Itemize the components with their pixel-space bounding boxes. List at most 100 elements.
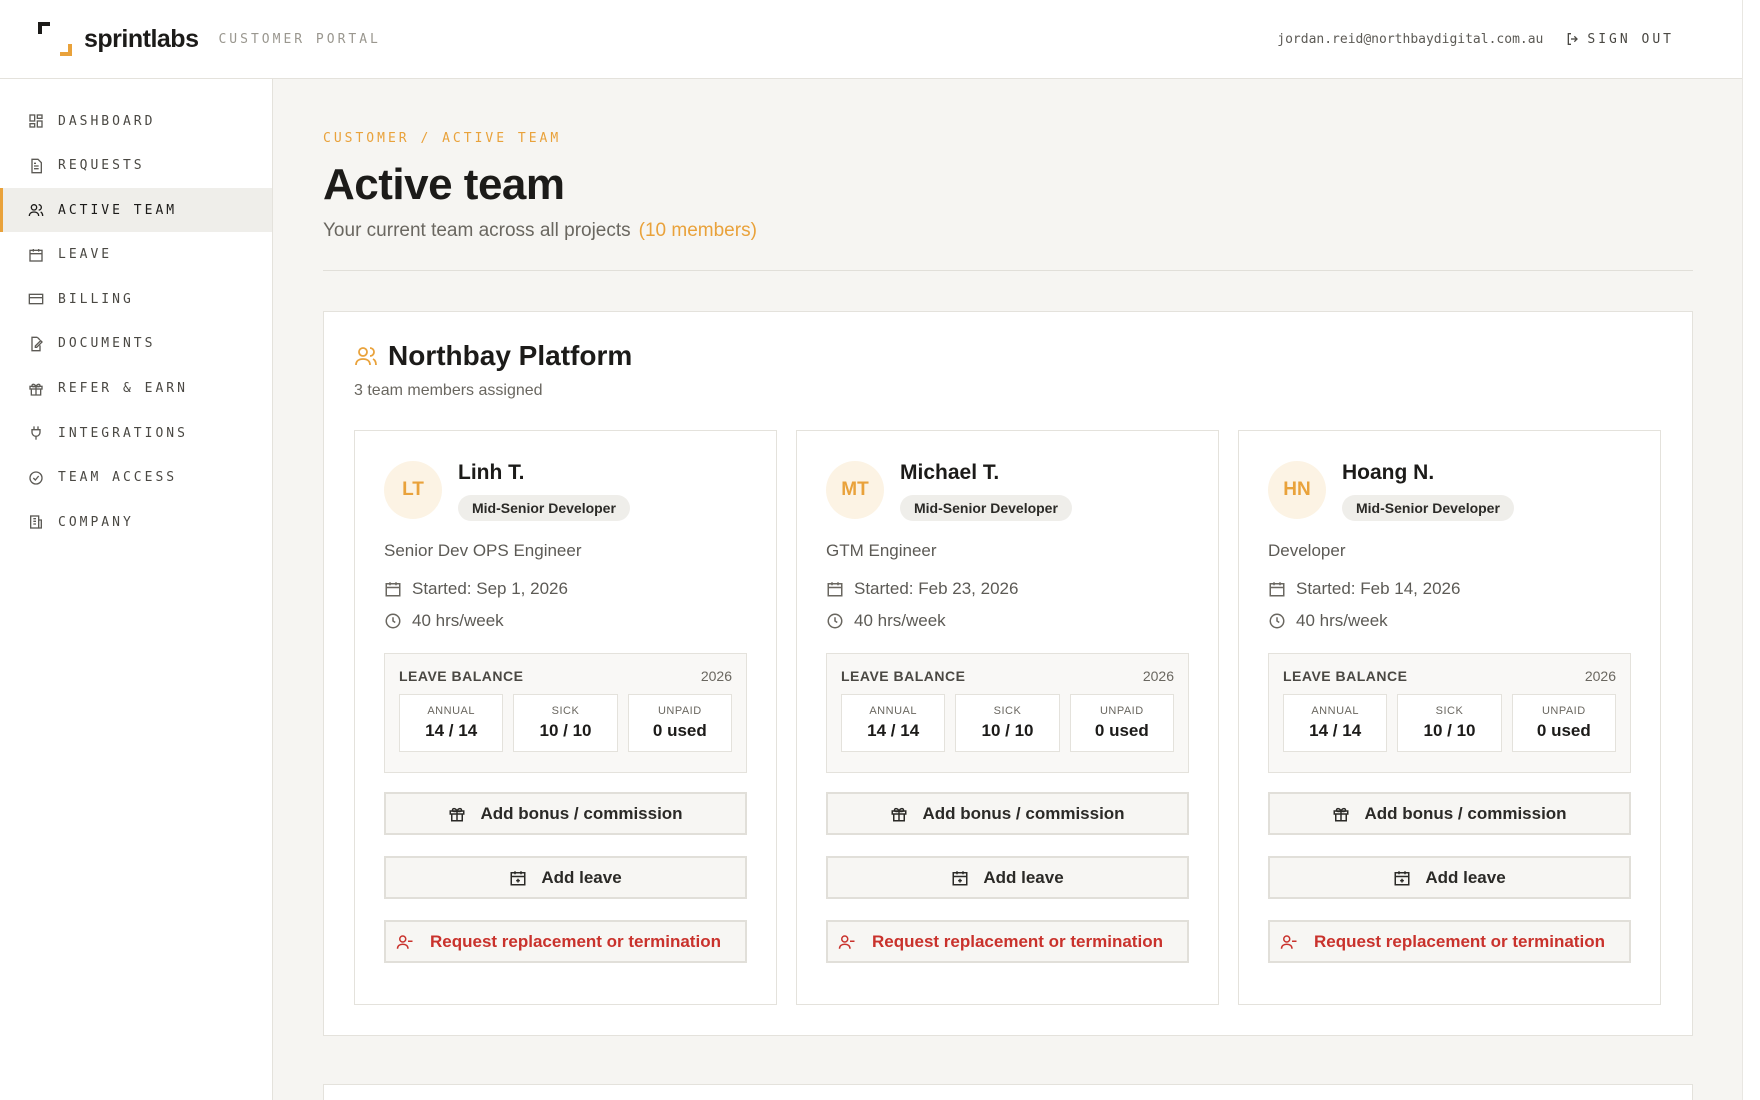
sidebar-item-dashboard[interactable]: DASHBOARD <box>0 99 272 143</box>
request-replacement-button[interactable]: Request replacement or termination <box>384 920 747 963</box>
level-badge: Mid-Senior Developer <box>1342 495 1514 521</box>
add-leave-button[interactable]: Add leave <box>384 856 747 899</box>
sidebar-item-label: REQUESTS <box>58 158 145 174</box>
request-replacement-button[interactable]: Request replacement or termination <box>826 920 1189 963</box>
member-name: Linh T. <box>458 461 525 484</box>
leave-sick: SICK 10 / 10 <box>513 694 618 752</box>
start-date-text: Started: Feb 23, 2026 <box>854 579 1019 598</box>
add-leave-label: Add leave <box>983 867 1064 887</box>
leave-balance: LEAVE BALANCE 2026 ANNUAL 14 / 14 SICK 1… <box>1268 653 1631 773</box>
page-scrollbar[interactable] <box>1742 0 1760 1100</box>
avatar: LT <box>384 461 442 519</box>
sidebar-item-active-team[interactable]: ACTIVE TEAM <box>0 188 272 233</box>
leave-sick-label: SICK <box>551 705 580 717</box>
add-bonus-button[interactable]: Add bonus / commission <box>1268 792 1631 835</box>
leave-annual-value: 14 / 14 <box>425 721 478 740</box>
start-date-text: Started: Feb 14, 2026 <box>1296 579 1461 598</box>
credit-card-icon <box>27 291 44 308</box>
gift-icon <box>27 380 44 397</box>
leave-annual-label: ANNUAL <box>427 705 475 717</box>
sidebar-item-integrations[interactable]: INTEGRATIONS <box>0 411 272 455</box>
sidebar-item-documents[interactable]: DOCUMENTS <box>0 322 272 366</box>
leave-sick: SICK 10 / 10 <box>955 694 1060 752</box>
sidebar-item-label: INTEGRATIONS <box>58 425 188 441</box>
calendar-icon <box>27 246 44 263</box>
leave-balance-title: LEAVE BALANCE <box>841 668 966 684</box>
brand[interactable]: sprintlabs CUSTOMER PORTAL <box>38 22 381 56</box>
start-date: Started: Sep 1, 2026 <box>384 579 747 599</box>
leave-balance-title: LEAVE BALANCE <box>1283 668 1408 684</box>
leave-balance-title: LEAVE BALANCE <box>399 668 524 684</box>
leave-annual-label: ANNUAL <box>869 705 917 717</box>
clock-icon <box>1269 613 1285 629</box>
leave-unpaid-label: UNPAID <box>1099 705 1144 717</box>
sidebar-item-label: ACTIVE TEAM <box>58 202 178 218</box>
top-bar: sprintlabs CUSTOMER PORTAL jordan.reid@n… <box>0 0 1742 79</box>
project-name: Northbay Platform <box>388 340 633 371</box>
user-email: jordan.reid@northbaydigital.com.au <box>1277 31 1544 47</box>
project-assigned-count: 3 team members assigned <box>354 382 543 399</box>
sidebar-item-team-access[interactable]: TEAM ACCESS <box>0 456 272 500</box>
building-icon <box>27 514 44 531</box>
leave-annual-value: 14 / 14 <box>867 721 920 740</box>
check-circle-icon <box>27 469 44 486</box>
weekly-hours: 40 hrs/week <box>384 611 747 631</box>
add-leave-label: Add leave <box>1425 867 1506 887</box>
calendar-plus-icon <box>1394 870 1410 885</box>
sign-out-label: SIGN OUT <box>1587 31 1674 47</box>
add-bonus-button[interactable]: Add bonus / commission <box>826 792 1189 835</box>
leave-unpaid: UNPAID 0 used <box>1511 694 1616 752</box>
calendar-icon <box>827 582 843 597</box>
gift-icon <box>449 807 465 821</box>
request-replacement-label: Request replacement or termination <box>872 931 1163 951</box>
start-date-text: Started: Sep 1, 2026 <box>412 579 568 598</box>
sidebar-item-leave[interactable]: LEAVE <box>0 233 272 277</box>
brand-logo-icon <box>38 22 72 56</box>
sidebar-item-label: LEAVE <box>58 247 113 263</box>
request-replacement-label: Request replacement or termination <box>430 931 721 951</box>
sign-out-icon <box>1568 33 1579 45</box>
leave-annual: ANNUAL 14 / 14 <box>399 694 504 752</box>
sidebar-item-billing[interactable]: BILLING <box>0 277 272 321</box>
sidebar-item-label: DASHBOARD <box>58 113 156 129</box>
sidebar-item-company[interactable]: COMPANY <box>0 500 272 544</box>
leave-balance-year: 2026 <box>1142 668 1174 684</box>
weekly-hours-text: 40 hrs/week <box>412 611 504 630</box>
sidebar-item-label: BILLING <box>58 291 134 307</box>
add-leave-label: Add leave <box>541 867 622 887</box>
user-minus-icon <box>838 934 855 949</box>
leave-annual: ANNUAL 14 / 14 <box>841 694 946 752</box>
sidebar-item-label: TEAM ACCESS <box>58 470 178 486</box>
member-role: Developer <box>1268 541 1346 560</box>
leave-unpaid-value: 0 used <box>652 721 707 740</box>
team-member-card: HN Hoang N. Mid-Senior Developer Develop… <box>1238 430 1661 1005</box>
request-replacement-button[interactable]: Request replacement or termination <box>1268 920 1631 963</box>
brand-subtitle: CUSTOMER PORTAL <box>218 31 381 47</box>
leave-unpaid-label: UNPAID <box>657 705 702 717</box>
users-icon <box>355 347 377 366</box>
sign-out-button[interactable]: SIGN OUT <box>1565 31 1674 47</box>
weekly-hours: 40 hrs/week <box>1268 611 1631 631</box>
leave-unpaid-value: 0 used <box>1094 721 1149 740</box>
leave-annual-value: 14 / 14 <box>1309 721 1362 740</box>
calendar-plus-icon <box>952 870 968 885</box>
add-bonus-label: Add bonus / commission <box>922 803 1125 823</box>
plug-icon <box>27 425 44 442</box>
leave-unpaid-label: UNPAID <box>1541 705 1586 717</box>
user-minus-icon <box>396 934 413 949</box>
avatar: MT <box>826 461 884 519</box>
start-date: Started: Feb 23, 2026 <box>826 579 1189 599</box>
add-leave-button[interactable]: Add leave <box>826 856 1189 899</box>
document-edit-icon <box>27 335 44 352</box>
clock-icon <box>827 613 843 629</box>
sidebar-item-requests[interactable]: REQUESTS <box>0 144 272 188</box>
gift-icon <box>891 807 907 821</box>
add-leave-button[interactable]: Add leave <box>1268 856 1631 899</box>
calendar-plus-icon <box>510 870 526 885</box>
add-bonus-button[interactable]: Add bonus / commission <box>384 792 747 835</box>
leave-unpaid-value: 0 used <box>1536 721 1591 740</box>
sidebar-item-refer-earn[interactable]: REFER & EARN <box>0 367 272 411</box>
add-bonus-label: Add bonus / commission <box>480 803 683 823</box>
member-role: GTM Engineer <box>826 541 937 560</box>
project-card: Northbay Platform 3 team members assigne… <box>323 311 1693 1036</box>
